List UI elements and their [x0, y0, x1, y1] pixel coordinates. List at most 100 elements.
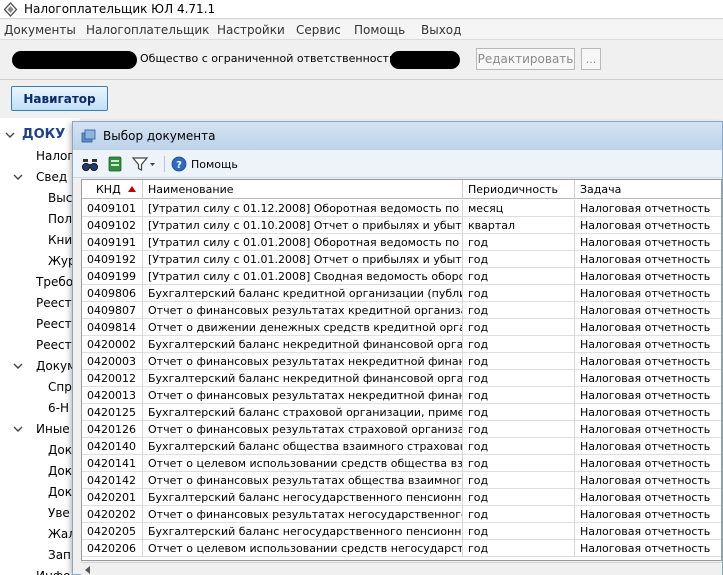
- dialog-title: Выбор документа: [103, 129, 216, 143]
- tree-item-label: ДОКУ: [22, 127, 66, 142]
- tree-item-label: Док: [48, 464, 72, 478]
- column-header-name[interactable]: Наименование: [143, 180, 463, 199]
- table-row[interactable]: 0409192 [Утратил силу с 01.01.2008] Отчет…: [82, 251, 721, 268]
- cell-periodicity: год: [463, 387, 575, 404]
- tree-item-label: Выс: [48, 191, 73, 205]
- cell-periodicity: год: [463, 455, 575, 472]
- cell-knd: 0420205: [82, 523, 143, 540]
- cell-name: [Утратил силу с 01.10.2008] Отчет о приб…: [143, 217, 463, 234]
- table-row[interactable]: 0420012 Бухгалтерский баланс некредитной …: [82, 370, 721, 387]
- excel-export-icon[interactable]: [107, 155, 123, 173]
- table-row[interactable]: 0420140 Бухгалтерский баланс общества вза…: [82, 438, 721, 455]
- binoculars-icon[interactable]: [81, 155, 99, 173]
- table-row[interactable]: 0420142 Отчет о финансовых результатах об…: [82, 472, 721, 489]
- cell-name: Отчет о финансовых результатах некредитн…: [143, 353, 463, 370]
- table-row[interactable]: 0409102 [Утратил силу с 01.10.2008] Отчет…: [82, 217, 721, 234]
- dialog-title-bar[interactable]: Выбор документа: [73, 122, 722, 150]
- window-title: Налогоплательщик ЮЛ 4.71.1: [24, 2, 216, 16]
- cell-knd: 0420201: [82, 489, 143, 506]
- scroll-left-icon[interactable]: [85, 566, 90, 574]
- filter-dropdown-icon[interactable]: [131, 155, 157, 173]
- cell-name: [Утратил силу с 01.01.2008] Отчет о приб…: [143, 251, 463, 268]
- cell-name: Бухгалтерский баланс некредитной финансо…: [143, 370, 463, 387]
- cell-knd: 0420012: [82, 370, 143, 387]
- cell-periodicity: год: [463, 319, 575, 336]
- tree-expand-chevron-icon[interactable]: [4, 127, 16, 144]
- cell-task: Налоговая отчетность: [580, 202, 711, 215]
- cell-periodicity: год: [463, 472, 575, 489]
- column-header-periodicity[interactable]: Периодичность: [463, 180, 575, 199]
- cell-periodicity: год: [463, 489, 575, 506]
- table-row[interactable]: 0409814 Отчет о движении денежных средств…: [82, 319, 721, 336]
- cell-task: Налоговая отчетность: [580, 253, 711, 266]
- cell-task: Налоговая отчетность: [580, 372, 711, 385]
- cell-task: Налоговая отчетность: [580, 389, 711, 402]
- tree-expand-chevron-icon[interactable]: [12, 358, 24, 375]
- menu-settings[interactable]: Настройки: [217, 23, 285, 37]
- title-bar: Налогоплательщик ЮЛ 4.71.1: [0, 0, 723, 19]
- table-row[interactable]: 0420126 Отчет о финансовых результатах ст…: [82, 421, 721, 438]
- table-row[interactable]: 0409101 [Утратил силу с 01.12.2008] Оборо…: [82, 200, 721, 217]
- table-row[interactable]: 0420002 Бухгалтерский баланс некредитной …: [82, 336, 721, 353]
- table-row[interactable]: 0420201 Бухгалтерский баланс негосударств…: [82, 489, 721, 506]
- cell-knd: 0420003: [82, 353, 143, 370]
- cell-knd: 0420126: [82, 421, 143, 438]
- column-header-label: КНД: [96, 183, 121, 196]
- table-row[interactable]: 0409199 [Утратил силу с 01.01.2008] Сводн…: [82, 268, 721, 285]
- documents-grid: КНД Наименование Периодичность Задача 04…: [81, 179, 722, 561]
- menu-service[interactable]: Сервис: [296, 23, 341, 37]
- table-row[interactable]: 0420206 Отчет о целевом использовании сре…: [82, 540, 721, 557]
- menu-taxpayer[interactable]: Налогоплательщик: [86, 23, 209, 37]
- cell-name: [Утратил силу с 01.01.2008] Сводная ведо…: [143, 268, 463, 285]
- cell-knd: 0420142: [82, 472, 143, 489]
- redacted-org-code: [12, 51, 137, 69]
- cell-knd: 0420141: [82, 455, 143, 472]
- cell-task: Налоговая отчетность: [580, 474, 711, 487]
- column-header-knd[interactable]: КНД: [82, 180, 143, 199]
- document-select-dialog: Выбор документа ? Помощь КНД Наименовани…: [72, 121, 723, 575]
- tree-item-label: Реест: [36, 296, 72, 310]
- menu-documents[interactable]: Документы: [4, 23, 76, 37]
- cell-knd: 0420206: [82, 540, 143, 557]
- tree-expand-chevron-icon[interactable]: [12, 169, 24, 186]
- tree-item-label: Пол: [48, 212, 73, 226]
- cell-name: Бухгалтерский баланс кредитной организац…: [143, 285, 463, 302]
- document-stack-icon: [81, 129, 96, 143]
- more-button[interactable]: ...: [581, 48, 601, 70]
- horizontal-scrollbar[interactable]: [81, 562, 722, 575]
- edit-button[interactable]: Редактировать: [476, 48, 575, 70]
- table-row[interactable]: 0420125 Бухгалтерский баланс страховой ор…: [82, 404, 721, 421]
- table-row[interactable]: 0409191 [Утратил силу с 01.01.2008] Оборо…: [82, 234, 721, 251]
- cell-periodicity: год: [463, 540, 575, 557]
- column-header-task[interactable]: Задача: [575, 180, 721, 199]
- tree-expand-chevron-icon[interactable]: [12, 421, 24, 438]
- cell-name: Отчет о движении денежных средств кредит…: [143, 319, 463, 336]
- table-row[interactable]: 0420141 Отчет о целевом использовании сре…: [82, 455, 721, 472]
- redacted-org-name: [390, 51, 460, 69]
- table-row[interactable]: 0409806 Бухгалтерский баланс кредитной ор…: [82, 285, 721, 302]
- navigator-button[interactable]: Навигатор: [11, 86, 108, 111]
- tree-item-label: 6-Н: [48, 401, 69, 415]
- menu-help[interactable]: Помощь: [354, 23, 405, 37]
- menu-exit[interactable]: Выход: [421, 23, 461, 37]
- cell-name: Отчет о целевом использовании средств об…: [143, 455, 463, 472]
- tree-item-label: Зап: [48, 548, 71, 562]
- cell-knd: 0409101: [82, 200, 143, 217]
- cell-name: Бухгалтерский баланс негосударственного …: [143, 489, 463, 506]
- table-row[interactable]: 0420205 Бухгалтерский баланс негосударств…: [82, 523, 721, 540]
- cell-knd: 0420002: [82, 336, 143, 353]
- help-icon[interactable]: ?: [171, 155, 187, 173]
- cell-task: Налоговая отчетность: [580, 304, 711, 317]
- cell-name: Бухгалтерский баланс негосударственного …: [143, 523, 463, 540]
- table-row[interactable]: 0420013 Отчет о финансовых результатах не…: [82, 387, 721, 404]
- table-row[interactable]: 0409807 Отчет о финансовых результатах кр…: [82, 302, 721, 319]
- cell-periodicity: год: [463, 336, 575, 353]
- table-row[interactable]: 0420003 Отчет о финансовых результатах не…: [82, 353, 721, 370]
- dialog-toolbar: ? Помощь: [73, 151, 722, 178]
- cell-task: Налоговая отчетность: [580, 440, 711, 453]
- help-button-label[interactable]: Помощь: [191, 158, 238, 171]
- table-row[interactable]: 0420202 Отчет о финансовых результатах не…: [82, 506, 721, 523]
- cell-name: Отчет о финансовых результатах некредитн…: [143, 387, 463, 404]
- cell-task: Налоговая отчетность: [580, 406, 711, 419]
- cell-name: Отчет о финансовых результатах общества …: [143, 472, 463, 489]
